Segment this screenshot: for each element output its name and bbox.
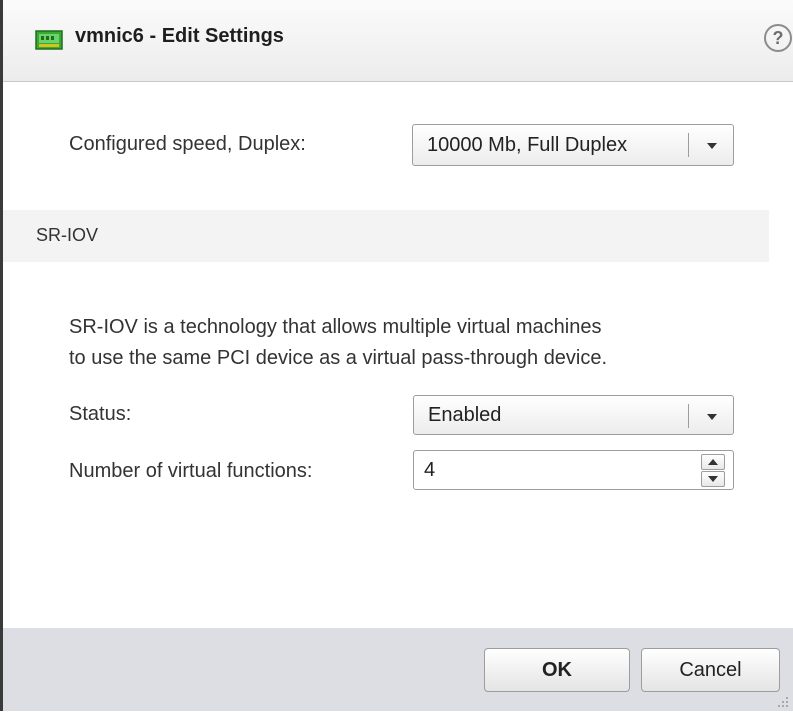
stepper-down-button[interactable]	[701, 471, 725, 487]
chevron-down-icon[interactable]	[707, 414, 717, 420]
sriov-section-title: SR-IOV	[36, 225, 99, 245]
resize-grip-icon[interactable]	[777, 695, 789, 707]
dropdown-separator	[688, 404, 689, 428]
virtual-functions-stepper[interactable]: 4	[413, 450, 734, 490]
dialog-title: vmnic6 - Edit Settings	[75, 25, 284, 47]
window-edge	[0, 0, 3, 711]
arrow-up-icon	[708, 459, 718, 465]
sriov-description-line1: SR-IOV is a technology that allows multi…	[69, 316, 602, 338]
dropdown-separator	[688, 133, 689, 157]
sriov-section-header: SR-IOV	[3, 210, 769, 262]
speed-duplex-dropdown[interactable]: 10000 Mb, Full Duplex	[412, 124, 734, 166]
speed-duplex-value: 10000 Mb, Full Duplex	[427, 134, 628, 156]
ok-button[interactable]: OK	[484, 648, 630, 692]
speed-duplex-label: Configured speed, Duplex:	[69, 133, 306, 155]
network-card-icon	[35, 29, 63, 51]
sriov-description: SR-IOV is a technology that allows multi…	[69, 312, 607, 374]
help-icon[interactable]: ?	[764, 24, 792, 52]
chevron-down-icon[interactable]	[707, 143, 717, 149]
status-label: Status:	[69, 403, 132, 425]
virtual-functions-value[interactable]: 4	[424, 459, 435, 482]
sriov-description-line2: to use the same PCI device as a virtual …	[69, 347, 608, 369]
dialog-titlebar[interactable]: vmnic6 - Edit Settings ?	[3, 0, 793, 82]
stepper-up-button[interactable]	[701, 454, 725, 470]
virtual-functions-label: Number of virtual functions:	[69, 460, 313, 482]
arrow-down-icon	[708, 476, 718, 482]
status-dropdown[interactable]: Enabled	[413, 395, 734, 435]
edit-settings-dialog: vmnic6 - Edit Settings ? Configured spee…	[0, 0, 793, 711]
cancel-button[interactable]: Cancel	[641, 648, 780, 692]
status-value: Enabled	[428, 404, 502, 426]
